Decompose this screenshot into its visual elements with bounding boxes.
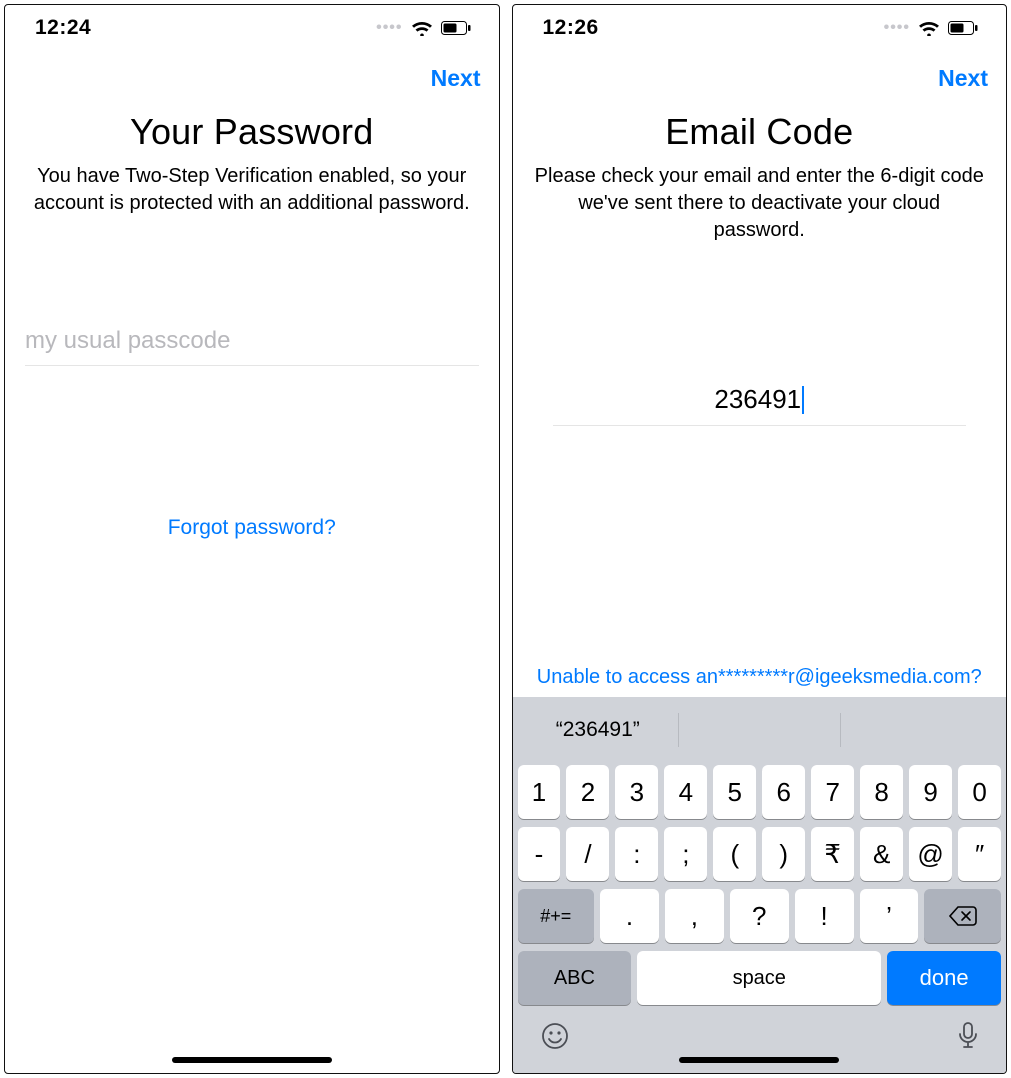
status-time: 12:24	[35, 16, 91, 40]
key-comma[interactable]: ,	[665, 889, 724, 943]
nav-bar: Next	[5, 51, 499, 105]
battery-icon	[948, 21, 978, 35]
key-amp[interactable]: &	[860, 827, 903, 881]
code-value: 236491	[714, 384, 801, 415]
key-rparen[interactable]: )	[762, 827, 805, 881]
phone-password-screen: 12:24 •••• Next Your Password You have T…	[4, 4, 500, 1074]
forgot-password-link[interactable]: Forgot password?	[5, 516, 499, 540]
next-button[interactable]: Next	[431, 65, 481, 92]
key-8[interactable]: 8	[860, 765, 903, 819]
page-subtitle: Please check your email and enter the 6-…	[513, 153, 1007, 244]
status-bar: 12:26 ••••	[513, 5, 1007, 51]
key-2[interactable]: 2	[566, 765, 609, 819]
key-row-2: - / : ; ( ) ₹ & @ ″	[518, 827, 1002, 881]
suggestion-1[interactable]: “236491”	[518, 713, 680, 747]
status-icons: ••••	[376, 19, 470, 37]
content-area: Email Code Please check your email and e…	[513, 105, 1007, 1073]
keyboard-bottom-bar	[518, 1005, 1002, 1063]
nav-bar: Next	[513, 51, 1007, 105]
page-subtitle: You have Two-Step Verification enabled, …	[5, 153, 499, 217]
wifi-icon	[918, 20, 940, 36]
suggestion-bar: “236491”	[518, 703, 1002, 757]
key-slash[interactable]: /	[566, 827, 609, 881]
key-row-3: #+= . , ? ! ’	[518, 889, 1002, 943]
home-indicator[interactable]	[679, 1057, 839, 1063]
suggestion-2[interactable]	[679, 713, 841, 747]
key-4[interactable]: 4	[664, 765, 707, 819]
keyboard: “236491” 1 2 3 4 5 6 7 8 9 0 - / : ;	[513, 697, 1007, 1073]
phone-email-code-screen: 12:26 •••• Next Email Code Please check …	[512, 4, 1008, 1074]
status-time: 12:26	[543, 16, 599, 40]
page-title: Your Password	[5, 111, 499, 153]
key-period[interactable]: .	[600, 889, 659, 943]
text-caret	[802, 386, 804, 414]
home-indicator[interactable]	[172, 1057, 332, 1063]
key-7[interactable]: 7	[811, 765, 854, 819]
key-9[interactable]: 9	[909, 765, 952, 819]
key-dquote[interactable]: ″	[958, 827, 1001, 881]
suggestion-3[interactable]	[841, 713, 1002, 747]
next-button[interactable]: Next	[938, 65, 988, 92]
key-colon[interactable]: :	[615, 827, 658, 881]
code-input[interactable]: 236491	[553, 384, 967, 426]
key-space[interactable]: space	[637, 951, 881, 1005]
emoji-icon[interactable]	[540, 1021, 570, 1059]
key-question[interactable]: ?	[730, 889, 789, 943]
page-title: Email Code	[513, 111, 1007, 153]
cell-signal-icon: ••••	[884, 19, 910, 37]
key-0[interactable]: 0	[958, 765, 1001, 819]
status-icons: ••••	[884, 19, 978, 37]
key-row-1: 1 2 3 4 5 6 7 8 9 0	[518, 765, 1002, 819]
key-1[interactable]: 1	[518, 765, 561, 819]
dictation-icon[interactable]	[957, 1021, 979, 1059]
key-3[interactable]: 3	[615, 765, 658, 819]
password-placeholder: my usual passcode	[25, 327, 479, 355]
key-5[interactable]: 5	[713, 765, 756, 819]
key-apostrophe[interactable]: ’	[860, 889, 919, 943]
key-6[interactable]: 6	[762, 765, 805, 819]
cell-signal-icon: ••••	[376, 19, 402, 37]
key-lparen[interactable]: (	[713, 827, 756, 881]
content-area: Your Password You have Two-Step Verifica…	[5, 105, 499, 1073]
unable-access-email-link[interactable]: Unable to access an*********r@igeeksmedi…	[513, 666, 1007, 697]
battery-icon	[441, 21, 471, 35]
wifi-icon	[411, 20, 433, 36]
key-row-4: ABC space done	[518, 951, 1002, 1005]
key-at[interactable]: @	[909, 827, 952, 881]
key-abc[interactable]: ABC	[518, 951, 632, 1005]
key-backspace[interactable]	[924, 889, 1001, 943]
key-done[interactable]: done	[887, 951, 1001, 1005]
key-dash[interactable]: -	[518, 827, 561, 881]
backspace-icon	[949, 906, 977, 926]
key-semicolon[interactable]: ;	[664, 827, 707, 881]
key-rupee[interactable]: ₹	[811, 827, 854, 881]
status-bar: 12:24 ••••	[5, 5, 499, 51]
key-exclaim[interactable]: !	[795, 889, 854, 943]
password-input[interactable]: my usual passcode	[25, 327, 479, 366]
key-symbols[interactable]: #+=	[518, 889, 595, 943]
